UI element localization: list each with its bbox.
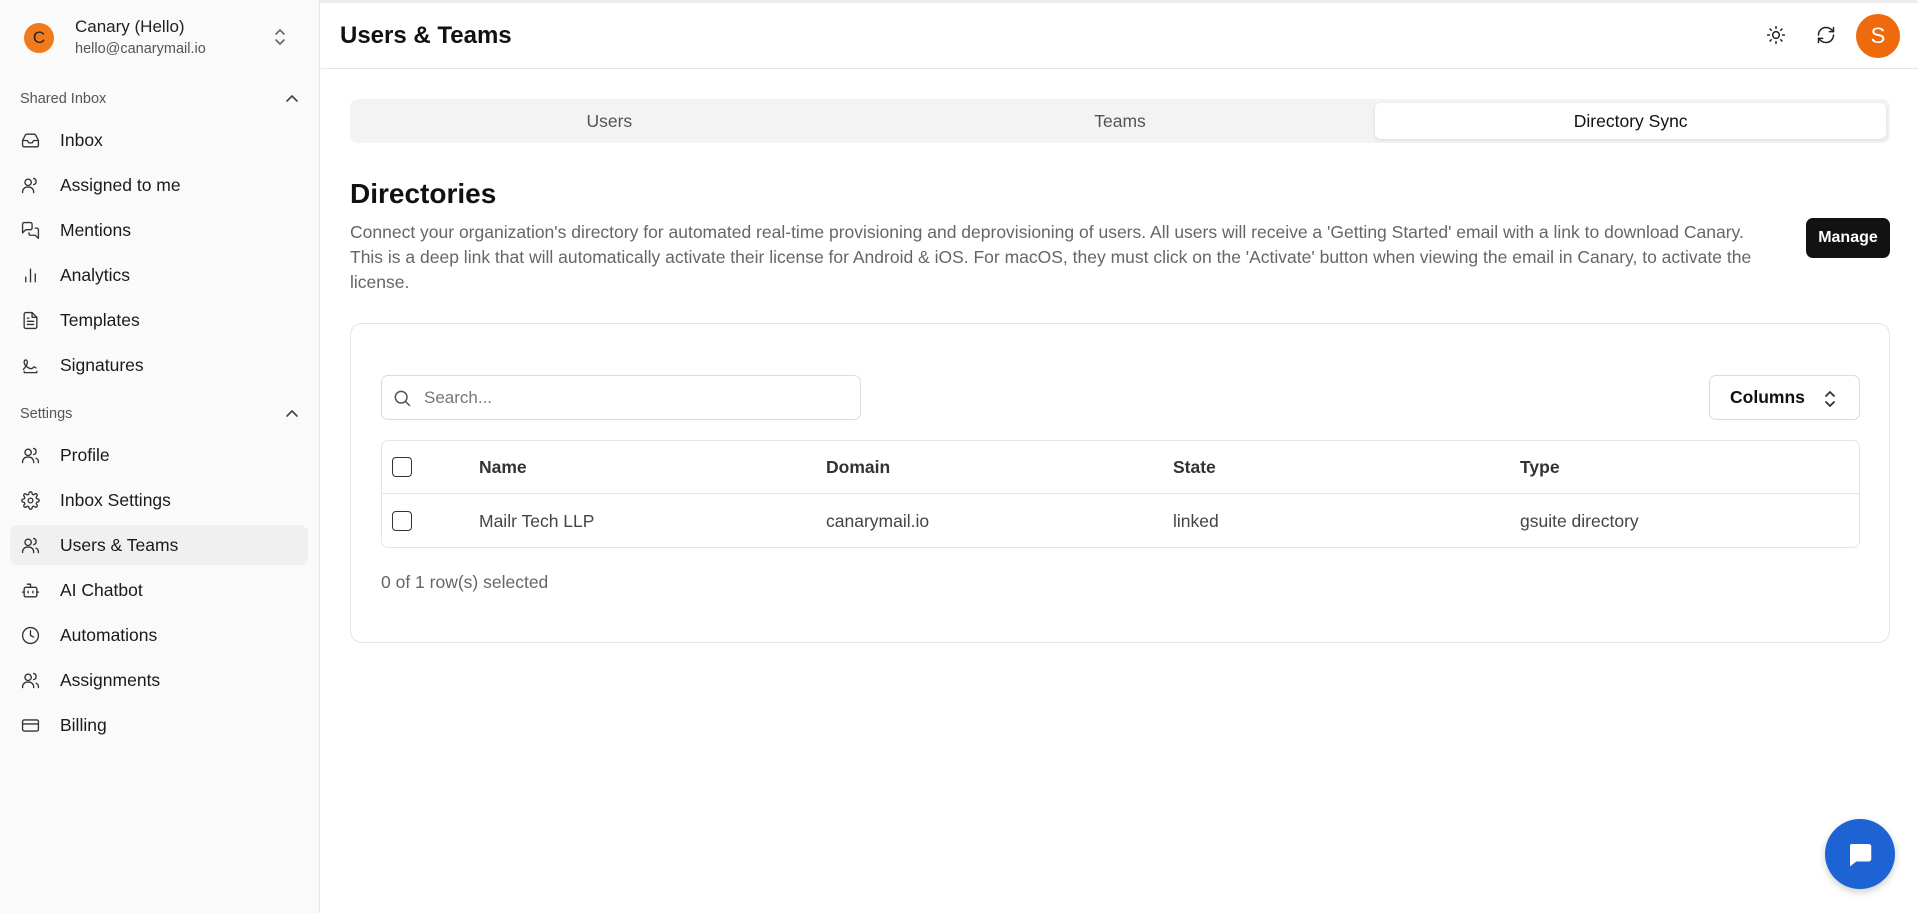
chevron-up-down-icon	[1825, 391, 1835, 407]
theme-toggle-button[interactable]	[1761, 20, 1791, 50]
cell-type: gsuite directory	[1520, 510, 1639, 531]
sidebar-item-label: AI Chatbot	[60, 579, 143, 600]
select-all-checkbox[interactable]	[392, 457, 412, 477]
sidebar-item-label: Automations	[60, 624, 158, 645]
user-icon	[20, 175, 40, 195]
sidebar-item-automations[interactable]: Automations	[10, 615, 308, 655]
sidebar-item-analytics[interactable]: Analytics	[10, 255, 308, 295]
page-title: Users & Teams	[340, 22, 512, 49]
document-icon	[20, 310, 40, 330]
users-icon	[20, 445, 40, 465]
sidebar-item-inbox-settings[interactable]: Inbox Settings	[10, 480, 308, 520]
settings-section-toggle[interactable]: Settings	[20, 402, 300, 426]
account-switcher[interactable]: C Canary (Hello) hello@canarymail.io	[10, 8, 306, 68]
sidebar-item-label: Mentions	[60, 219, 132, 240]
columns-label: Columns	[1730, 387, 1805, 407]
search-box	[381, 375, 861, 420]
chat-bubble-icon	[1849, 844, 1872, 867]
search-icon	[394, 390, 411, 406]
sidebar-item-label: Inbox	[60, 129, 103, 150]
section-description: Connect your organization's directory fo…	[350, 222, 1752, 292]
shared-inbox-section-toggle[interactable]: Shared Inbox	[20, 87, 300, 111]
sidebar-item-templates[interactable]: Templates	[10, 300, 308, 340]
account-name: Canary (Hello)	[75, 17, 185, 36]
cell-domain: canarymail.io	[826, 510, 930, 531]
table-header-row: Name Domain State Type	[382, 441, 1859, 494]
row-checkbox[interactable]	[392, 511, 412, 531]
credit-card-icon	[20, 715, 40, 735]
sidebar-item-inbox[interactable]: Inbox	[10, 120, 308, 160]
users-icon	[20, 535, 40, 555]
sidebar: C Canary (Hello) hello@canarymail.io Sha…	[0, 0, 320, 913]
sidebar-item-label: Assigned to me	[60, 174, 181, 195]
tab-directory-sync[interactable]: Directory Sync	[1375, 103, 1887, 139]
tab-bar: Users Teams Directory Sync	[350, 99, 1890, 143]
bot-icon	[20, 580, 40, 600]
inbox-icon	[20, 130, 40, 150]
refresh-button[interactable]	[1811, 20, 1841, 50]
sidebar-item-assigned-to-me[interactable]: Assigned to me	[10, 165, 308, 205]
chevron-up-down-icon	[275, 29, 285, 45]
sidebar-item-label: Signatures	[60, 354, 144, 375]
directories-table: Name Domain State Type Mailr Tech LLP ca…	[381, 440, 1860, 548]
search-input[interactable]	[424, 387, 844, 408]
column-header-state[interactable]: State	[1173, 441, 1216, 493]
sidebar-item-label: Templates	[60, 309, 140, 330]
mentions-icon	[20, 220, 40, 240]
section-title: Directories	[350, 178, 497, 209]
sidebar-item-mentions[interactable]: Mentions	[10, 210, 308, 250]
sidebar-item-assignments[interactable]: Assignments	[10, 660, 308, 700]
gear-icon	[20, 490, 40, 510]
selection-status: 0 of 1 row(s) selected	[381, 572, 549, 592]
settings-label: Settings	[20, 406, 73, 422]
account-avatar: C	[24, 23, 54, 53]
table-row[interactable]: Mailr Tech LLP canarymail.io linked gsui…	[382, 494, 1859, 548]
sidebar-item-label: Assignments	[60, 669, 161, 690]
column-header-domain[interactable]: Domain	[826, 441, 890, 493]
user-avatar[interactable]: S	[1856, 14, 1900, 58]
sidebar-item-users-teams[interactable]: Users & Teams	[10, 525, 308, 565]
column-header-type[interactable]: Type	[1520, 441, 1560, 493]
column-header-name[interactable]: Name	[479, 441, 527, 493]
shared-inbox-nav: Inbox Assigned to me Mentions Analytics …	[10, 120, 308, 390]
account-email: hello@canarymail.io	[75, 41, 206, 57]
sidebar-item-label: Inbox Settings	[60, 489, 171, 510]
sidebar-item-label: Profile	[60, 444, 110, 465]
users-icon	[20, 670, 40, 690]
chat-button[interactable]	[1825, 819, 1895, 889]
settings-nav: Profile Inbox Settings Users & Teams AI …	[10, 435, 308, 750]
clock-icon	[20, 625, 40, 645]
cell-state: linked	[1173, 510, 1219, 531]
shared-inbox-label: Shared Inbox	[20, 91, 107, 107]
refresh-icon	[1817, 26, 1835, 44]
columns-button[interactable]: Columns	[1709, 375, 1860, 420]
sidebar-item-billing[interactable]: Billing	[10, 705, 308, 745]
tab-teams[interactable]: Teams	[865, 103, 1376, 139]
sun-icon	[1766, 25, 1786, 45]
chevron-up-icon	[286, 95, 298, 102]
sidebar-item-label: Billing	[60, 714, 107, 735]
directories-card: Columns Name Domain State Type Mailr Tec…	[350, 323, 1890, 643]
chevron-up-icon	[286, 410, 298, 417]
manage-button[interactable]: Manage	[1806, 218, 1890, 258]
tab-users[interactable]: Users	[354, 103, 865, 139]
sidebar-item-label: Analytics	[60, 264, 131, 285]
signature-icon	[20, 355, 40, 375]
sidebar-item-signatures[interactable]: Signatures	[10, 345, 308, 385]
cell-name: Mailr Tech LLP	[479, 510, 595, 531]
sidebar-item-label: Users & Teams	[60, 534, 179, 555]
bar-chart-icon	[20, 265, 40, 285]
sidebar-item-profile[interactable]: Profile	[10, 435, 308, 475]
sidebar-item-ai-chatbot[interactable]: AI Chatbot	[10, 570, 308, 610]
page-header: Users & Teams S	[321, 3, 1918, 69]
